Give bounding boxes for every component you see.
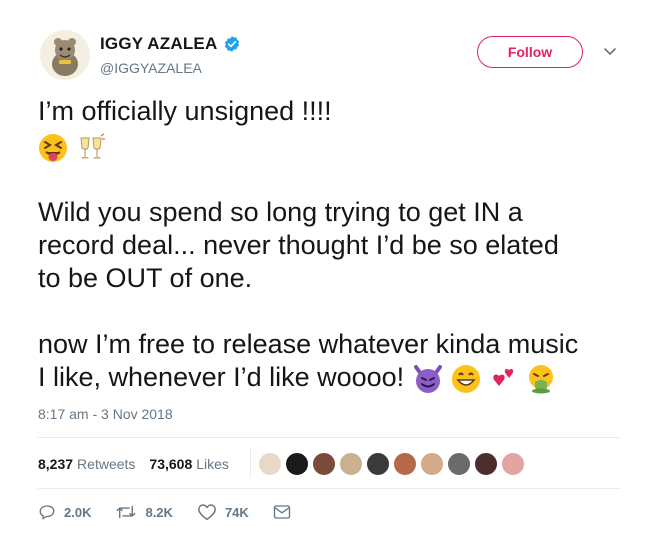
liker-avatar[interactable] <box>285 452 309 476</box>
likes-label: Likes <box>196 456 229 472</box>
liker-avatar[interactable] <box>258 452 282 476</box>
like-count: 74K <box>224 504 249 520</box>
likes-count: 73,608 <box>149 456 193 472</box>
stats-separator <box>250 448 251 478</box>
reply-count: 2.0K <box>64 504 92 520</box>
liker-avatars <box>258 452 528 476</box>
tweet-line: I’m officially unsigned !!!! <box>38 96 332 126</box>
heart-icon <box>198 504 216 521</box>
tweet-line: record deal... never thought I’d be so e… <box>38 230 559 260</box>
envelope-icon <box>273 505 290 519</box>
retweet-button[interactable]: 8.2K <box>115 503 173 521</box>
liker-avatar[interactable] <box>474 452 498 476</box>
reply-icon <box>39 505 55 520</box>
liker-avatar[interactable] <box>312 452 336 476</box>
retweet-count: 8.2K <box>145 504 173 520</box>
verified-badge-icon <box>225 36 240 52</box>
tweet-actions: 2.0K 8.2K 74K <box>38 503 323 521</box>
chevron-down-icon[interactable] <box>603 46 617 58</box>
user-handle[interactable]: @IGGYAZALEA <box>100 60 202 76</box>
retweet-icon <box>117 505 136 519</box>
clinking-glasses-icon <box>79 133 105 159</box>
liker-avatar[interactable] <box>339 452 363 476</box>
like-button[interactable]: 74K <box>197 503 249 521</box>
smiling-devil-icon <box>413 364 442 393</box>
retweets-label: Retweets <box>77 456 136 472</box>
tweet-line: to be OUT of one. <box>38 263 253 293</box>
tweet-emoji-row <box>38 130 638 163</box>
avatar[interactable] <box>40 30 90 80</box>
likes-stat[interactable]: 73,608 Likes <box>149 456 229 472</box>
reply-button[interactable]: 2.0K <box>38 503 91 521</box>
follow-button[interactable]: Follow <box>477 36 583 68</box>
liker-avatar[interactable] <box>420 452 444 476</box>
user-name-row: IGGY AZALEA <box>100 34 241 54</box>
tweet-timestamp[interactable]: 8:17 am - 3 Nov 2018 <box>38 406 173 422</box>
tweet-line: I like, whenever I’d like woooo! <box>38 362 405 392</box>
squinting-tongue-face-icon <box>39 133 67 162</box>
liker-avatar[interactable] <box>366 452 390 476</box>
grinning-face-icon <box>452 364 481 393</box>
liker-avatar[interactable] <box>501 452 525 476</box>
vomiting-face-icon <box>529 364 554 394</box>
tweet-line-with-emoji: I like, whenever I’d like woooo! <box>38 361 638 395</box>
tweet-line: now I’m free to release whatever kinda m… <box>38 329 579 359</box>
retweets-stat[interactable]: 8,237 Retweets <box>38 456 135 472</box>
retweets-count: 8,237 <box>38 456 74 472</box>
two-hearts-icon <box>493 368 513 386</box>
display-name[interactable]: IGGY AZALEA <box>100 34 217 54</box>
tweet-text: I’m officially unsigned !!!! Wild you sp… <box>38 95 638 395</box>
tweet-line: Wild you spend so long trying to get IN … <box>38 197 523 227</box>
divider <box>38 488 620 489</box>
avatar-cartoon-icon <box>40 30 90 80</box>
liker-avatar[interactable] <box>447 452 471 476</box>
tweet-stats: 8,237 Retweets 73,608 Likes <box>38 456 243 472</box>
liker-avatar[interactable] <box>393 452 417 476</box>
direct-message-button[interactable] <box>273 504 299 520</box>
divider <box>38 437 620 438</box>
